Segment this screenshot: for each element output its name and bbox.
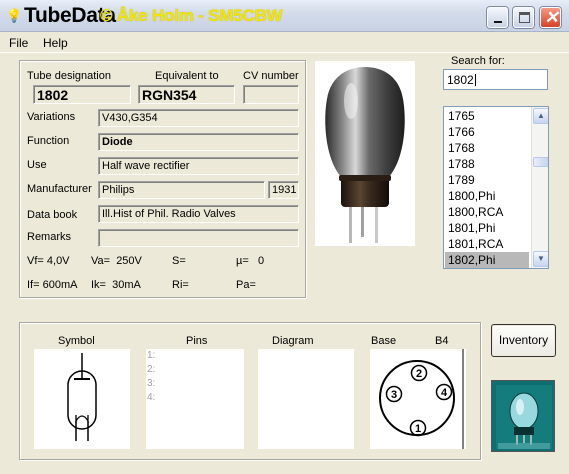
- list-item[interactable]: 1766: [445, 124, 529, 140]
- param-va: Va= 250V: [91, 255, 142, 267]
- designation-field[interactable]: 1802: [33, 85, 131, 104]
- menu-file[interactable]: File: [9, 36, 28, 50]
- function-label: Function: [27, 135, 70, 147]
- list-item-selected[interactable]: 1802,Phi: [445, 252, 529, 268]
- scroll-down-icon[interactable]: ▼: [533, 251, 548, 267]
- cv-field[interactable]: [243, 85, 299, 104]
- list-scrollbar[interactable]: ▲ ▼: [531, 107, 548, 268]
- manufacturer-label: Manufacturer: [27, 183, 92, 195]
- diagram-panel: [258, 349, 354, 449]
- remarks-field[interactable]: [98, 229, 299, 247]
- pin-row: 2:: [147, 364, 156, 375]
- inventory-button[interactable]: Inventory: [491, 324, 556, 357]
- search-label: Search for:: [451, 55, 505, 67]
- base-pin-number: 3: [391, 389, 397, 401]
- data-book-label: Data book: [27, 209, 78, 221]
- variations-field[interactable]: V430,G354: [98, 109, 299, 127]
- close-button[interactable]: ✕: [540, 7, 561, 28]
- lamp-icon: 💡: [6, 8, 23, 23]
- pin-row: 4:: [147, 392, 156, 403]
- base-pin-number: 2: [416, 368, 422, 380]
- scroll-up-icon[interactable]: ▲: [533, 108, 548, 124]
- data-book-field[interactable]: Ill.Hist of Phil. Radio Valves: [98, 205, 299, 223]
- app-subtitle: © Åke Holm - SM5CBW: [100, 6, 283, 25]
- function-field[interactable]: Diode: [98, 133, 299, 151]
- list-item[interactable]: 1788: [445, 156, 529, 172]
- symbol-label: Symbol: [58, 335, 95, 347]
- pins-panel: 1: 2: 3: 4:: [146, 349, 244, 449]
- param-ik: Ik= 30mA: [91, 279, 141, 291]
- list-item[interactable]: 1765: [445, 108, 529, 124]
- minimize-button[interactable]: [487, 7, 508, 28]
- param-if: If= 600mA: [27, 279, 78, 291]
- base-pin-number: 1: [415, 423, 421, 435]
- tube-list[interactable]: 1765 1766 1768 1788 1789 1800,Phi 1800,R…: [443, 106, 549, 269]
- list-item[interactable]: 1800,RCA: [445, 204, 529, 220]
- base-pinout-icon: 2 3 4 1: [379, 349, 464, 449]
- menu-help[interactable]: Help: [43, 36, 68, 50]
- list-item[interactable]: 1801,Phi: [445, 220, 529, 236]
- remarks-label: Remarks: [27, 231, 72, 243]
- title-bar[interactable]: 💡 TubeData © Åke Holm - SM5CBW ✕: [0, 0, 569, 32]
- diode-symbol-icon: [67, 353, 97, 441]
- param-s: S=: [172, 255, 186, 267]
- close-icon: ✕: [544, 8, 559, 27]
- list-item[interactable]: 1789: [445, 172, 529, 188]
- use-field[interactable]: Half wave rectifier: [98, 157, 299, 175]
- tube-photo: [315, 61, 415, 246]
- use-label: Use: [27, 159, 47, 171]
- equivalent-field[interactable]: RGN354: [138, 85, 235, 104]
- diagram-label: Diagram: [272, 335, 314, 347]
- equivalent-label: Equivalent to: [155, 70, 219, 82]
- variations-label: Variations: [27, 111, 76, 123]
- scroll-thumb[interactable]: [533, 157, 548, 167]
- base-panel: 2 3 4 1: [370, 349, 466, 449]
- list-item[interactable]: 1768: [445, 140, 529, 156]
- designation-label: Tube designation: [27, 70, 111, 82]
- search-input[interactable]: 1802: [443, 69, 548, 90]
- list-item[interactable]: 1800,Phi: [445, 188, 529, 204]
- maximize-button[interactable]: [513, 7, 534, 28]
- pin-row: 3:: [147, 378, 156, 389]
- param-ri: Ri=: [172, 279, 189, 291]
- cv-label: CV number: [243, 70, 299, 82]
- param-mu: µ= 0: [236, 255, 265, 267]
- manufacturer-field[interactable]: Philips: [98, 181, 265, 199]
- pins-label: Pins: [186, 335, 208, 347]
- list-item[interactable]: 1801,RCA: [445, 236, 529, 252]
- maximize-icon: [519, 12, 530, 23]
- symbol-panel: [34, 349, 130, 449]
- base-type-label: B4: [435, 335, 449, 347]
- minimize-icon: [494, 21, 502, 23]
- base-label: Base: [371, 335, 397, 347]
- year-field[interactable]: 1931: [268, 181, 299, 199]
- param-vf: Vf= 4,0V: [27, 255, 70, 267]
- menu-bar: File Help: [0, 33, 569, 53]
- pin-row: 1:: [147, 350, 156, 361]
- tube-logo-icon: [491, 380, 555, 452]
- base-pin-number: 4: [441, 387, 448, 399]
- param-pa: Pa=: [236, 279, 256, 291]
